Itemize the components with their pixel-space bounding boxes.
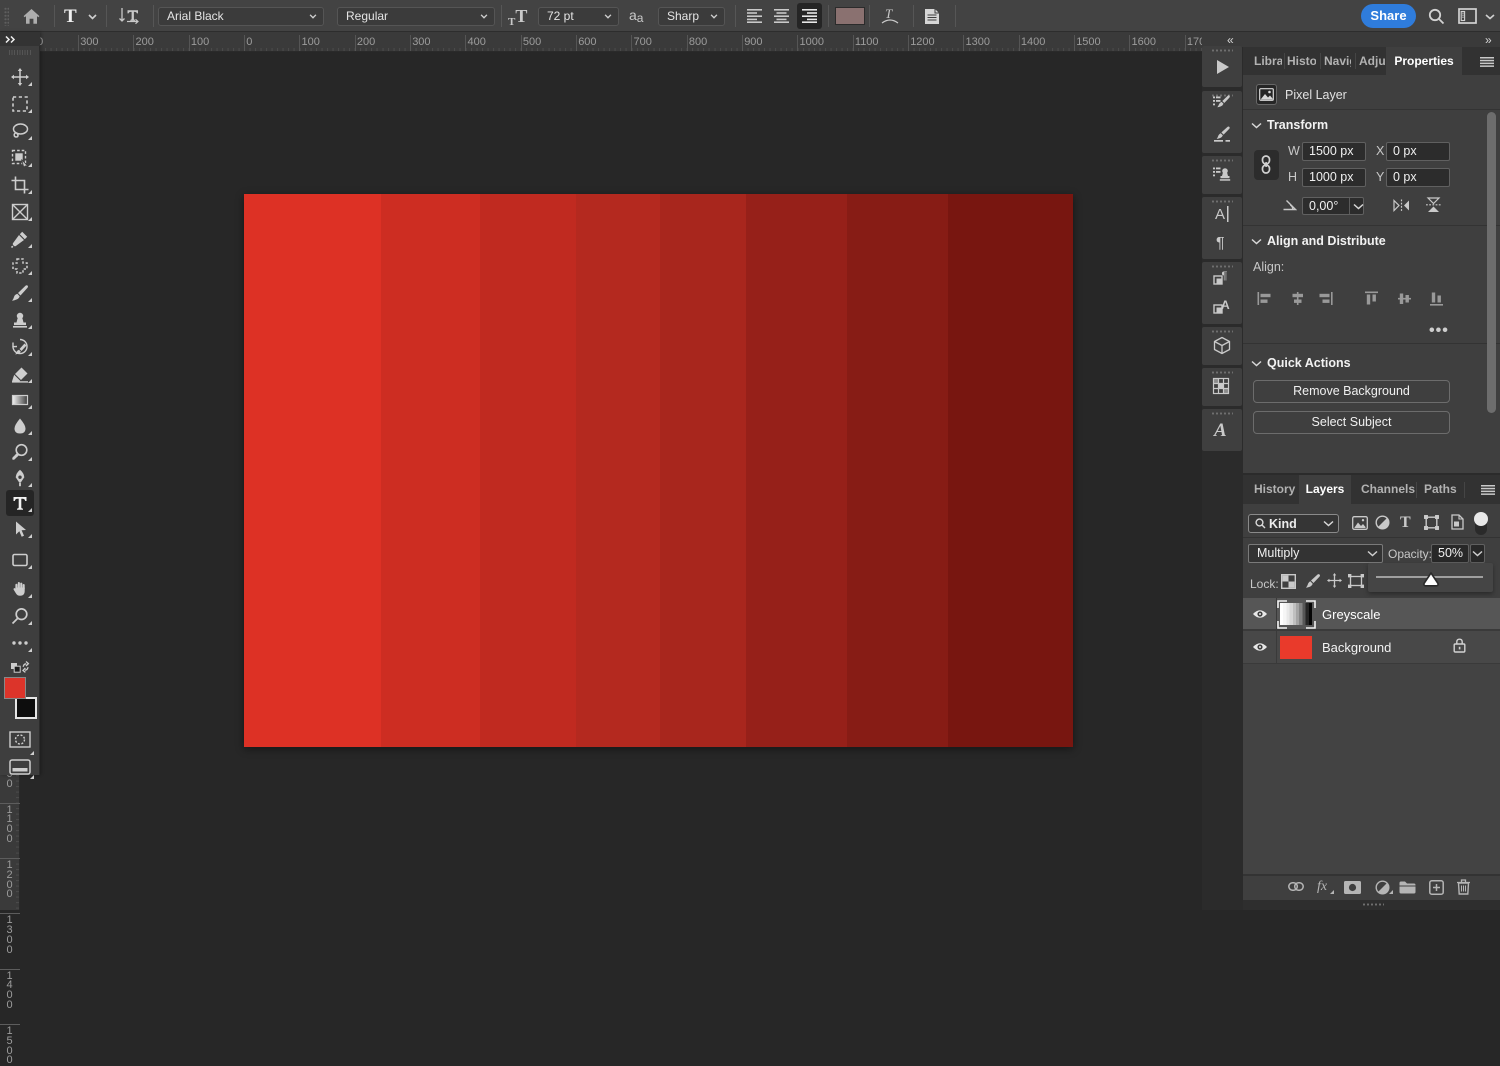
svg-text:A: A bbox=[1213, 420, 1227, 440]
svg-text:¶: ¶ bbox=[1216, 235, 1225, 252]
svg-text:¶: ¶ bbox=[1222, 270, 1228, 282]
svg-text:A: A bbox=[1215, 206, 1225, 223]
svg-text:A: A bbox=[1221, 298, 1230, 312]
svg-text:T: T bbox=[885, 7, 893, 21]
